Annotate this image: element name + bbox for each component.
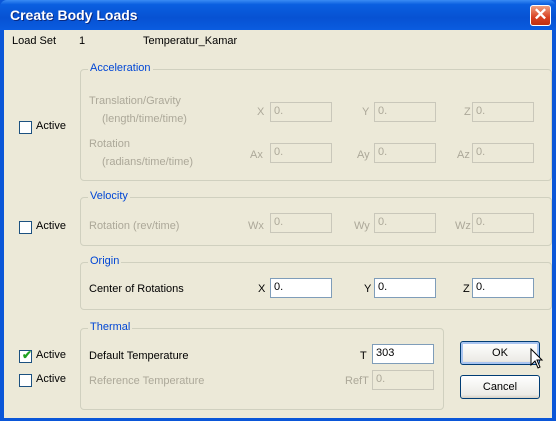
translation-units-label: (length/time/time) — [102, 113, 187, 125]
dialog-title: Create Body Loads — [10, 7, 138, 23]
dialog-body: Load Set 1 Temperatur_Kamar Acceleration… — [4, 30, 552, 418]
origin-y-label: Y — [364, 283, 372, 295]
rotation-accel-label: Rotation — [89, 138, 130, 150]
acceleration-legend: Acceleration — [88, 62, 153, 74]
velocity-legend: Velocity — [88, 190, 130, 202]
reference-temperature-label: Reference Temperature — [89, 375, 205, 387]
accel-az-label: Az — [457, 149, 470, 161]
origin-z-input[interactable]: 0. — [472, 278, 534, 298]
thermal-legend: Thermal — [88, 321, 133, 333]
cancel-button[interactable]: Cancel — [460, 375, 540, 399]
title-bar[interactable]: Create Body Loads ✕ — [0, 0, 556, 30]
acceleration-active-checkbox[interactable] — [19, 121, 32, 134]
default-temperature-input[interactable]: 303 — [372, 344, 434, 364]
velocity-wy-label: Wy — [354, 220, 370, 232]
thermal-default-active-label: Active — [36, 349, 66, 361]
velocity-wz-label: Wz — [455, 220, 471, 232]
accel-x-input[interactable]: 0. — [270, 102, 332, 122]
acceleration-active-label: Active — [36, 120, 66, 132]
close-icon[interactable]: ✕ — [530, 5, 551, 26]
create-body-loads-dialog: Create Body Loads ✕ Load Set 1 Temperatu… — [0, 0, 556, 421]
thermal-group — [80, 328, 444, 410]
rotation-accel-units-label: (radians/time/time) — [102, 156, 194, 168]
checkmark-icon: ✔ — [22, 348, 33, 362]
accel-x-label: X — [257, 106, 265, 118]
reft-label: RefT — [345, 375, 369, 387]
t-label: T — [360, 350, 367, 362]
velocity-rotation-label: Rotation (rev/time) — [89, 220, 180, 232]
accel-z-input[interactable]: 0. — [472, 102, 534, 122]
reference-temperature-input[interactable]: 0. — [372, 370, 434, 390]
origin-legend: Origin — [88, 255, 122, 267]
origin-x-label: X — [258, 283, 266, 295]
origin-y-input[interactable]: 0. — [374, 278, 436, 298]
default-temperature-label: Default Temperature — [89, 350, 189, 362]
accel-az-input[interactable]: 0. — [472, 143, 534, 163]
accel-ax-label: Ax — [250, 149, 263, 161]
velocity-wx-label: Wx — [248, 220, 264, 232]
origin-x-input[interactable]: 0. — [270, 278, 332, 298]
thermal-reference-active-label: Active — [36, 373, 66, 385]
accel-y-label: Y — [362, 106, 370, 118]
thermal-default-active-checkbox[interactable]: ✔ — [19, 348, 33, 363]
accel-ax-input[interactable]: 0. — [270, 143, 332, 163]
translation-gravity-label: Translation/Gravity — [89, 95, 181, 107]
load-set-name: Temperatur_Kamar — [143, 35, 238, 47]
velocity-active-checkbox[interactable] — [19, 221, 32, 234]
velocity-active-label: Active — [36, 220, 66, 232]
arrow-pointer-icon — [530, 348, 544, 369]
center-of-rotations-label: Center of Rotations — [89, 283, 184, 295]
load-set-number: 1 — [79, 35, 86, 47]
velocity-wz-input[interactable]: 0. — [472, 213, 534, 233]
accel-z-label: Z — [464, 106, 471, 118]
load-set-label: Load Set — [12, 35, 57, 47]
origin-z-label: Z — [463, 283, 470, 295]
thermal-reference-active-checkbox[interactable] — [19, 374, 32, 387]
ok-button[interactable]: OK — [460, 341, 540, 365]
accel-y-input[interactable]: 0. — [374, 102, 436, 122]
accel-ay-input[interactable]: 0. — [374, 143, 436, 163]
velocity-wy-input[interactable]: 0. — [374, 213, 436, 233]
accel-ay-label: Ay — [357, 149, 370, 161]
velocity-wx-input[interactable]: 0. — [270, 213, 332, 233]
